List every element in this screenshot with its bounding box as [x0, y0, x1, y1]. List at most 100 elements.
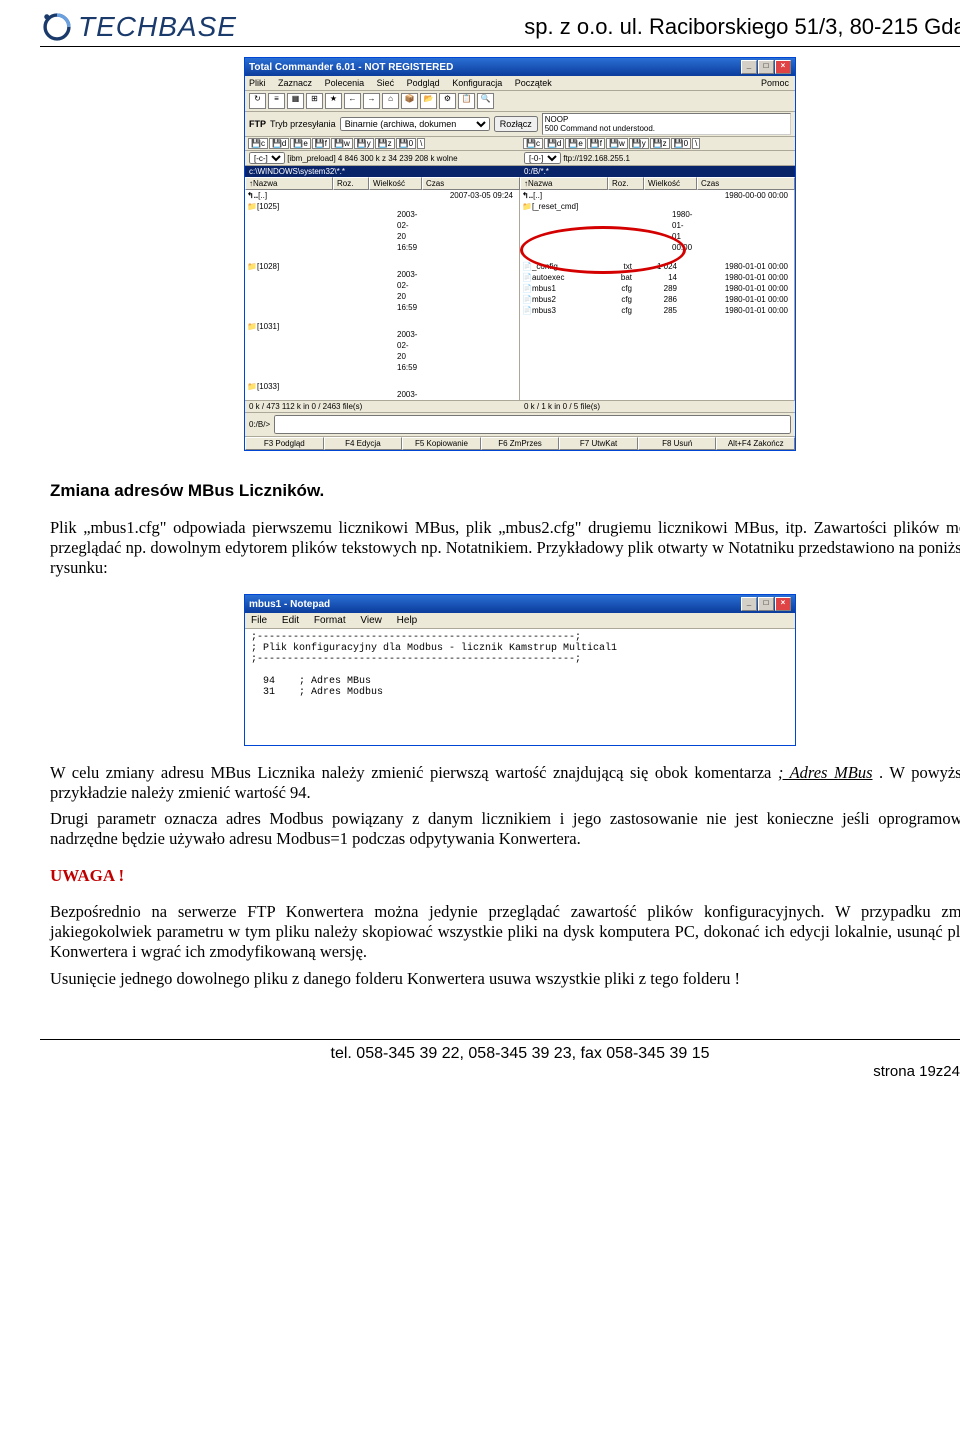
col-name[interactable]: ↑Nazwa [520, 177, 608, 190]
menu-help[interactable]: Pomoc [761, 78, 789, 88]
file-row[interactable]: 📁[_reset_cmd]1980-01-01 00:00 [520, 201, 794, 261]
col-size[interactable]: Wielkość [369, 177, 422, 190]
toolbar-icon[interactable]: ⊞ [306, 93, 323, 109]
close-button[interactable]: × [775, 597, 791, 611]
footer-tel: tel. 058-345 39 22, 058-345 39 23, fax 0… [40, 1045, 960, 1063]
menu-item[interactable]: Zaznacz [278, 78, 312, 88]
menu-item[interactable]: View [360, 615, 382, 626]
drive-button[interactable]: 💾e [290, 138, 310, 149]
col-date[interactable]: Czas [422, 177, 520, 190]
minimize-button[interactable]: _ [741, 597, 757, 611]
file-row[interactable]: 📄mbus1cfg2891980-01-01 00:00 [520, 283, 794, 294]
drive-button[interactable]: 💾c [248, 138, 268, 149]
file-pane-left[interactable]: ↰..[..]2007-03-05 09:24📁[1025]2003-02-20… [245, 190, 520, 400]
drive-select-left[interactable]: [-c-] [249, 152, 285, 164]
file-row[interactable]: 📁[1033]2003-02-20 16:59 [245, 381, 519, 400]
toolbar-icon[interactable]: 📦 [401, 93, 418, 109]
toolbar-icon[interactable]: → [363, 93, 380, 109]
drive-button[interactable]: 💾0 [396, 138, 416, 149]
minimize-button[interactable]: _ [741, 60, 757, 74]
drive-button[interactable]: 💾y [629, 138, 649, 149]
toolbar-icon[interactable]: ★ [325, 93, 342, 109]
notepad-content[interactable]: ;---------------------------------------… [245, 628, 795, 745]
file-row[interactable]: 📄_configtxt1 0241980-01-01 00:00 [520, 261, 794, 272]
ftp-disconnect-button[interactable]: Rozłącz [494, 116, 538, 132]
tc-title-text: Total Commander 6.01 - NOT REGISTERED [249, 62, 453, 73]
menu-item[interactable]: Pliki [249, 78, 266, 88]
tc-toolbar: ↻ ≡ ▦ ⊞ ★ ← → ⌂ 📦 📂 ⚙ 📋 🔍 [245, 91, 795, 112]
file-row[interactable]: ↰..[..]1980-00-00 00:00 [520, 190, 794, 201]
file-row[interactable]: 📄mbus2cfg2861980-01-01 00:00 [520, 294, 794, 305]
drive-button[interactable]: 💾y [354, 138, 374, 149]
menu-item[interactable]: Początek [515, 78, 552, 88]
drive-status-right: ftp://192.168.255.1 [563, 154, 630, 163]
toolbar-icon[interactable]: 📂 [420, 93, 437, 109]
drive-button[interactable]: \ [417, 138, 425, 149]
menu-item[interactable]: Sieć [377, 78, 395, 88]
path-left: c:\WINDOWS\system32\*.* [245, 166, 520, 177]
menu-item[interactable]: Edit [282, 615, 299, 626]
drive-button[interactable]: 💾z [650, 138, 670, 149]
emphasis: ; Adres MBus [778, 763, 873, 782]
menu-item[interactable]: Help [397, 615, 418, 626]
drive-button[interactable]: 💾c [523, 138, 543, 149]
drive-button[interactable]: 💾d [269, 138, 289, 149]
col-name[interactable]: ↑Nazwa [245, 177, 333, 190]
notepad-menubar: File Edit Format View Help [245, 613, 795, 628]
drive-button[interactable]: 💾z [375, 138, 395, 149]
toolbar-icon[interactable]: ← [344, 93, 361, 109]
menu-item[interactable]: File [251, 615, 267, 626]
toolbar-icon[interactable]: ⚙ [439, 93, 456, 109]
toolbar-icon[interactable]: 📋 [458, 93, 475, 109]
file-row[interactable]: 📁[1025]2003-02-20 16:59 [245, 201, 519, 261]
drive-button[interactable]: 💾0 [671, 138, 691, 149]
ftp-log: NOOP500 Command not understood. [542, 113, 791, 135]
col-ext[interactable]: Roz. [608, 177, 644, 190]
drive-button[interactable]: 💾e [565, 138, 585, 149]
file-pane-right[interactable]: ↰..[..]1980-00-00 00:00📁[_reset_cmd]1980… [520, 190, 795, 400]
file-row[interactable]: 📁[1031]2003-02-20 16:59 [245, 321, 519, 381]
toolbar-icon[interactable]: ⌂ [382, 93, 399, 109]
paragraph: W celu zmiany adresu MBus Licznika należ… [50, 763, 960, 803]
drive-button[interactable]: 💾f [312, 138, 330, 149]
cmd-prompt: 0:/B/> [249, 420, 270, 429]
toolbar-icon[interactable]: 🔍 [477, 93, 494, 109]
maximize-button[interactable]: □ [758, 597, 774, 611]
file-row[interactable]: 📁[1028]2003-02-20 16:59 [245, 261, 519, 321]
col-size[interactable]: Wielkość [644, 177, 697, 190]
toolbar-icon[interactable]: ↻ [249, 93, 266, 109]
ftp-mode-select[interactable]: Binarnie (archiwa, dokumen [340, 117, 490, 131]
maximize-button[interactable]: □ [758, 60, 774, 74]
summary-right: 0 k / 1 k in 0 / 5 file(s) [520, 401, 795, 412]
drive-button[interactable]: 💾w [331, 138, 353, 149]
file-row[interactable]: 📄autoexecbat141980-01-01 00:00 [520, 272, 794, 283]
fkey-button[interactable]: F3 Podgląd [245, 437, 324, 450]
drive-button[interactable]: 💾d [544, 138, 564, 149]
file-row[interactable]: 📄mbus3cfg2851980-01-01 00:00 [520, 305, 794, 316]
cmd-input[interactable] [274, 415, 791, 434]
tc-titlebar: Total Commander 6.01 - NOT REGISTERED _ … [245, 58, 795, 76]
col-date[interactable]: Czas [697, 177, 795, 190]
menu-item[interactable]: Konfiguracja [452, 78, 502, 88]
menu-item[interactable]: Podgląd [407, 78, 440, 88]
menu-item[interactable]: Polecenia [325, 78, 365, 88]
close-button[interactable]: × [775, 60, 791, 74]
drive-select-right[interactable]: [-0-] [524, 152, 561, 164]
fkey-button[interactable]: F8 Usuń [638, 437, 717, 450]
toolbar-icon[interactable]: ▦ [287, 93, 304, 109]
fkey-button[interactable]: F4 Edycja [324, 437, 403, 450]
fkey-button[interactable]: F5 Kopiowanie [402, 437, 481, 450]
drive-button[interactable]: 💾f [587, 138, 605, 149]
paragraph: Drugi parametr oznacza adres Modbus powi… [50, 809, 960, 849]
toolbar-icon[interactable]: ≡ [268, 93, 285, 109]
col-ext[interactable]: Roz. [333, 177, 369, 190]
fkey-button[interactable]: Alt+F4 Zakończ [716, 437, 795, 450]
drive-button[interactable]: 💾w [606, 138, 628, 149]
notepad-titlebar: mbus1 - Notepad _ □ × [245, 595, 795, 613]
fkey-button[interactable]: F6 ZmPrzes [481, 437, 560, 450]
warning-heading: UWAGA ! [50, 866, 960, 886]
menu-item[interactable]: Format [314, 615, 346, 626]
fkey-button[interactable]: F7 UtwKat [559, 437, 638, 450]
drive-button[interactable]: \ [692, 138, 700, 149]
file-row[interactable]: ↰..[..]2007-03-05 09:24 [245, 190, 519, 201]
